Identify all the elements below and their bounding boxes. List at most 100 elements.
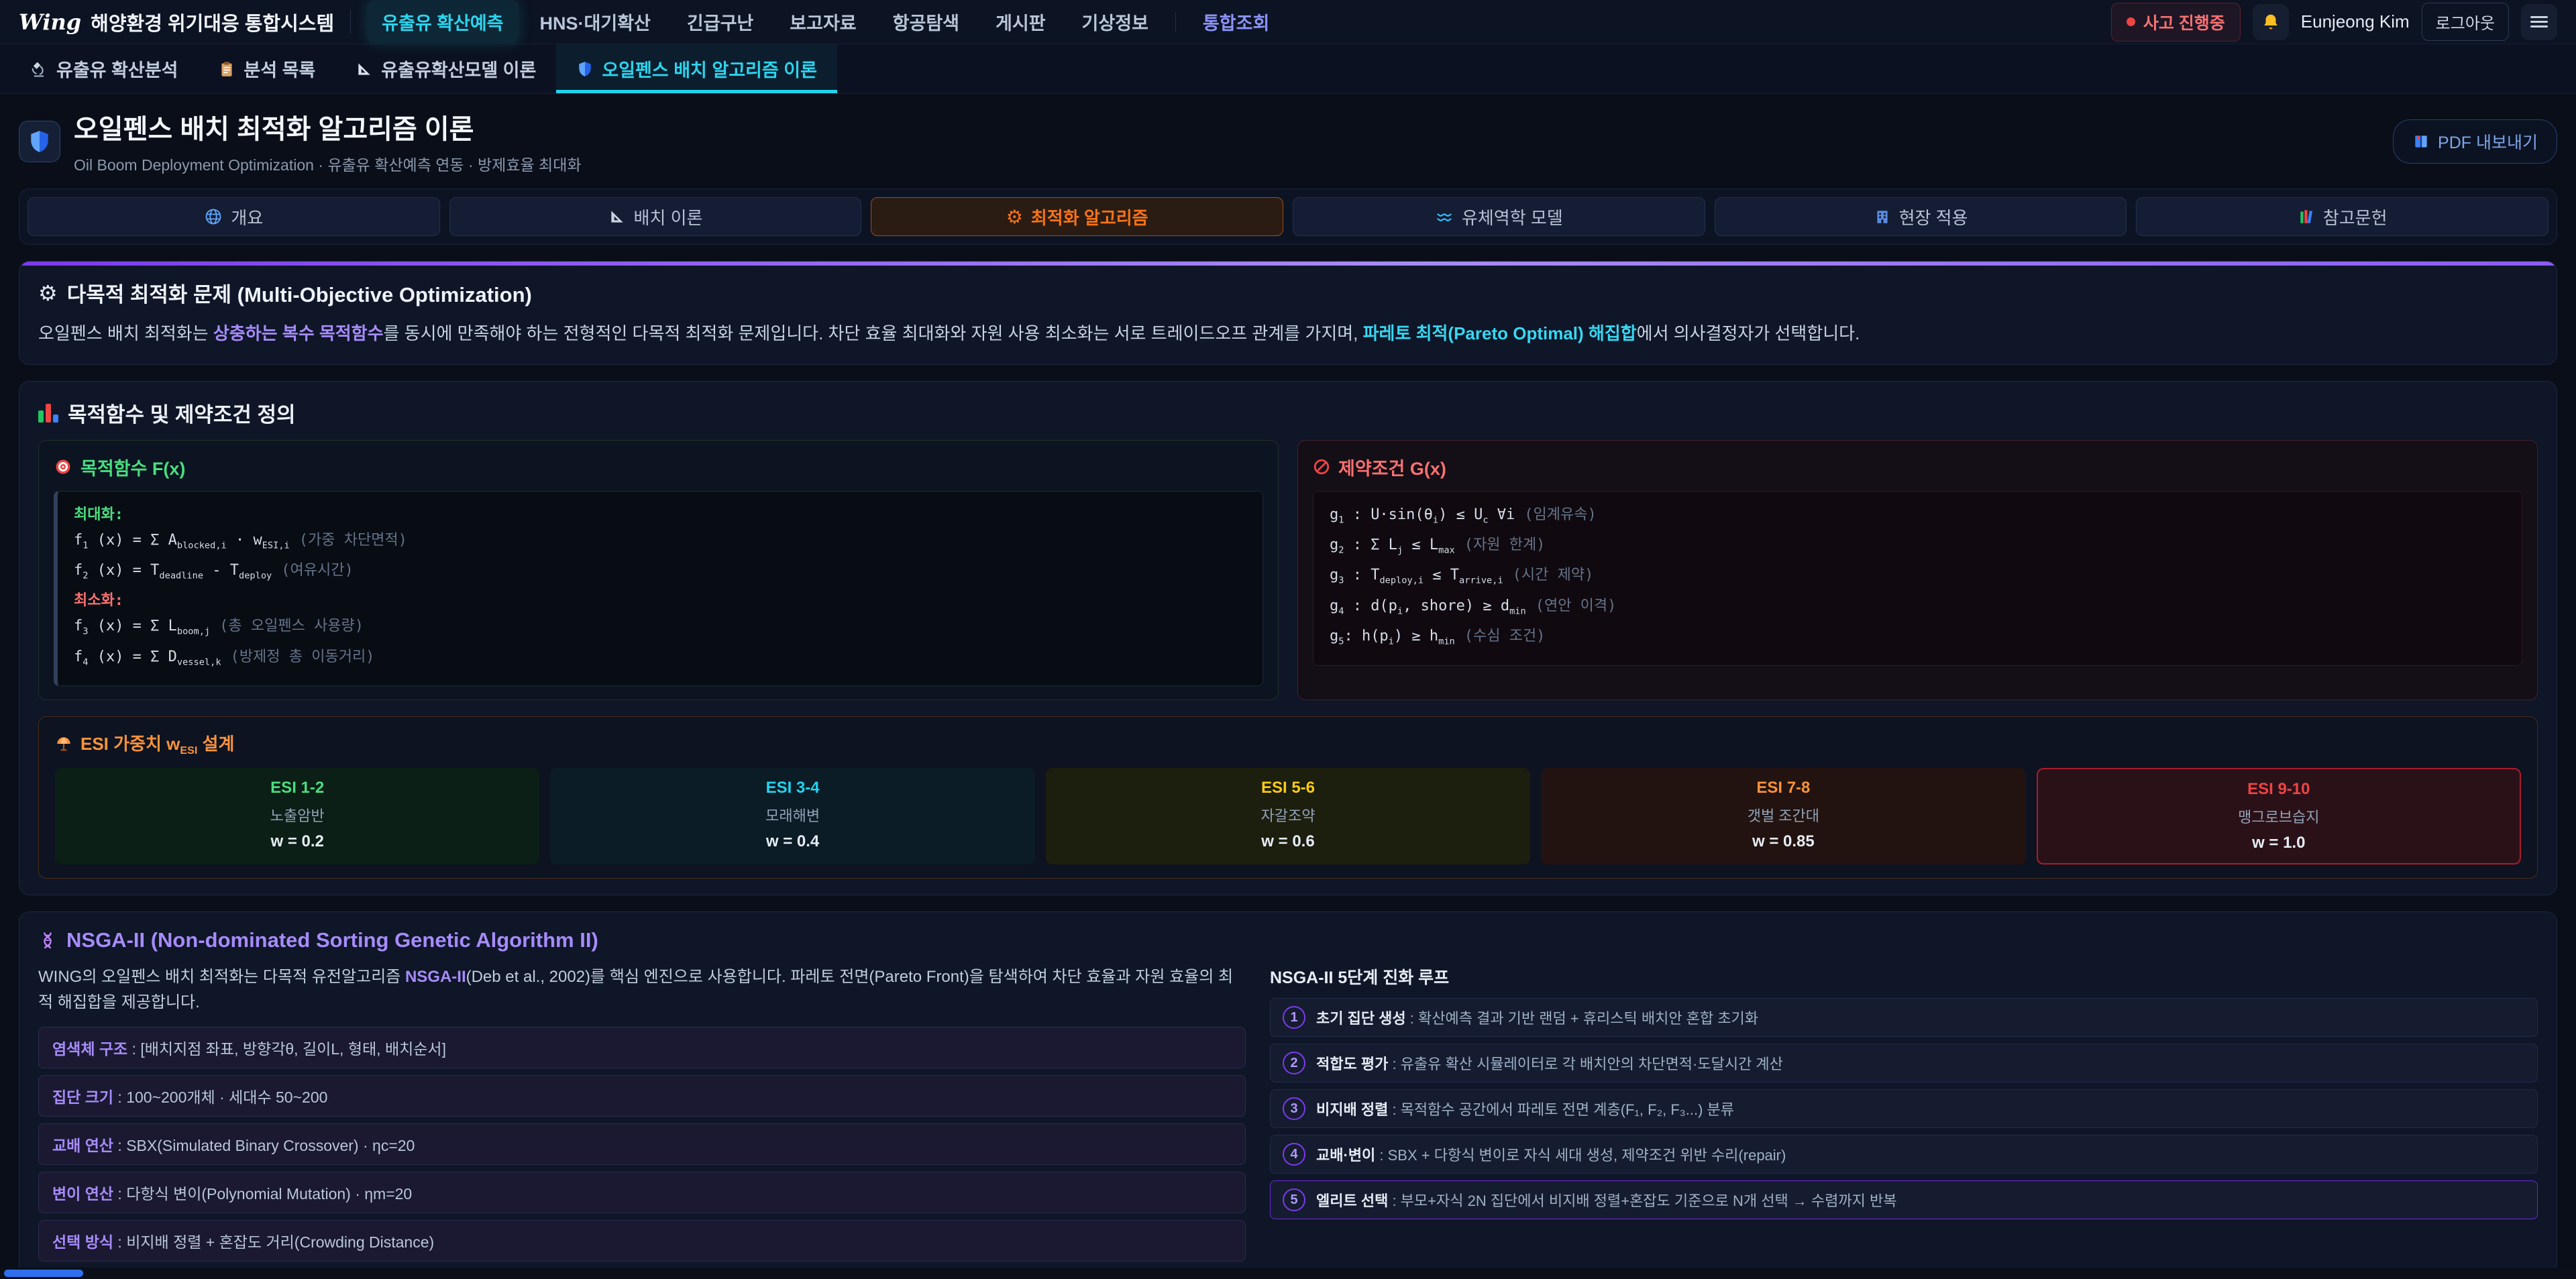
tab-deployment-theory[interactable]: 배치 이론 (449, 197, 862, 236)
set-square-icon (608, 208, 626, 225)
constraint-card: 제약조건 G(x) g1 : U·sin(θi) ≤ Uc ∀i(임계유속) g… (1297, 440, 2538, 701)
text: 에서 의사결정자가 선택합니다. (1637, 323, 1860, 343)
multi-objective-paragraph: 오일펜스 배치 최적화는 상충하는 복수 목적함수를 동시에 만족해야 하는 전… (38, 320, 2538, 348)
esi-range: ESI 7-8 (1548, 779, 2019, 797)
nav-item-emergency-rescue[interactable]: 긴급구난 (672, 1, 768, 43)
subtab-label: 유출유 확산분석 (56, 56, 178, 82)
menu-button[interactable] (2521, 4, 2557, 40)
nav-item-oil-spill-prediction[interactable]: 유출유 확산예측 (367, 1, 518, 43)
formula-line: g5: h(pi) ≥ hmin(수심 조건) (1330, 624, 2506, 654)
nav-item-reports[interactable]: 보고자료 (775, 1, 871, 43)
esi-weight-value: w = 0.2 (62, 832, 533, 851)
loop-step-row: 5 엘리트 선택 : 부모+자식 2N 집단에서 비지배 정렬+혼잡도 기준으로… (1270, 1180, 2538, 1219)
top-navbar: Wing 해양환경 위기대응 통합시스템 유출유 확산예측 HNS·대기확산 긴… (0, 0, 2576, 44)
app-root: { "icons": { "gear": "⚙" }, "navbar": { … (0, 0, 2576, 1279)
incident-status-label: 사고 진행중 (2143, 10, 2225, 34)
formula-line: g2 : Σ Lj ≤ Lmax(자원 한계) (1330, 533, 2506, 563)
label: NSGA-II (Non-dominated Sorting Genetic A… (66, 928, 598, 952)
esi-card-7-8: ESI 7-8 갯벌 조간대 w = 0.85 (1541, 768, 2025, 865)
logout-button[interactable]: 로그아웃 (2422, 3, 2509, 41)
subtab-label: 오일펜스 배치 알고리즘 이론 (602, 56, 817, 82)
constraint-card-title: 제약조건 G(x) (1313, 454, 2522, 480)
page-header: 오일펜스 배치 최적화 알고리즘 이론 Oil Boom Deployment … (19, 107, 2557, 175)
tab-optimization-algorithm[interactable]: ⚙ 최적화 알고리즘 (871, 197, 1283, 236)
text: 오일펜스 배치 최적화는 (38, 323, 213, 343)
text: WING의 오일펜스 배치 최적화는 다목적 유전알고리즘 (38, 968, 405, 986)
esi-weight-value: w = 1.0 (2045, 834, 2513, 852)
page-content: 오일펜스 배치 최적화 알고리즘 이론 Oil Boom Deployment … (0, 94, 2576, 1279)
page-subtitle: Oil Boom Deployment Optimization · 유출유 확… (74, 152, 582, 175)
nav-item-board[interactable]: 게시판 (981, 1, 1061, 43)
step-text: 교배·변이 : SBX + 다항식 변이로 자식 세대 생성, 제약조건 위반 … (1316, 1144, 1786, 1165)
nsga-param-row: 염색체 구조 : [배치지점 좌표, 방향각θ, 길이L, 형태, 배치순서] (38, 1027, 1246, 1068)
target-icon (54, 457, 72, 476)
nav-item-integrated-search[interactable]: 통합조회 (1188, 1, 1284, 43)
book-icon (2412, 133, 2430, 150)
esi-card-1-2: ESI 1-2 노출암반 w = 0.2 (55, 768, 539, 865)
formula-line: f3 (x) = Σ Lboom,j(총 오일펜스 사용량) (74, 614, 1246, 644)
nsga-param-row: 집단 크기 : 100~200개체 · 세대수 50~200 (38, 1075, 1246, 1117)
esi-weight-value: w = 0.4 (557, 832, 1028, 851)
subtab-diffusion-analysis[interactable]: 유출유 확산분석 (9, 44, 198, 93)
globe-icon (204, 207, 223, 226)
nsga-description: WING의 오일펜스 배치 최적화는 다목적 유전알고리즘 NSGA-II(De… (38, 964, 1246, 1014)
nav-item-aerial-search[interactable]: 항공탐색 (878, 1, 974, 43)
subtab-analysis-list[interactable]: 분석 목록 (198, 44, 335, 93)
step-text: 비지배 정렬 : 목적함수 공간에서 파레토 전면 계층(F₁, F₂, F₃.… (1316, 1098, 1734, 1119)
multi-objective-card: ⚙ 다목적 최적화 문제 (Multi-Objective Optimizati… (19, 261, 2557, 365)
bell-icon (2261, 12, 2281, 32)
step-number-badge: 2 (1283, 1052, 1305, 1074)
step-number-badge: 4 (1283, 1143, 1305, 1166)
nsga-columns: WING의 오일펜스 배치 최적화는 다목적 유전알고리즘 NSGA-II(De… (38, 964, 2538, 1268)
wave-icon (1435, 207, 1454, 226)
esi-card-3-4: ESI 3-4 모래해변 w = 0.4 (550, 768, 1034, 865)
gear-icon: ⚙ (38, 280, 58, 306)
tab-label: 유체역학 모델 (1462, 205, 1563, 229)
section-title: 목적함수 및 제약조건 정의 (38, 398, 2538, 428)
pdf-export-button[interactable]: PDF 내보내기 (2393, 119, 2557, 164)
param-label: 염색체 구조 (52, 1040, 127, 1058)
subtab-boom-algorithm-theory[interactable]: 오일펜스 배치 알고리즘 이론 (556, 44, 837, 93)
tab-overview[interactable]: 개요 (28, 197, 440, 236)
minimize-label: 최소화: (74, 588, 1246, 614)
sub-tab-bar: 유출유 확산분석 분석 목록 유출유확산모델 이론 (0, 44, 2576, 94)
divider (350, 10, 351, 34)
tab-references[interactable]: 참고문헌 (2136, 197, 2548, 236)
formula-line: g1 : U·sin(θi) ≤ Uc ∀i(임계유속) (1330, 502, 2506, 533)
horizontal-scrollbar-thumb[interactable] (4, 1270, 83, 1277)
nsga-param-row: 변이 연산 : 다항식 변이(Polynomial Mutation) · ηm… (38, 1172, 1246, 1213)
formula-line: f2 (x) = Tdeadline - Tdeploy(여유시간) (74, 558, 1246, 588)
param-value: : 100~200개체 · 세대수 50~200 (113, 1089, 327, 1106)
gear-icon: ⚙ (1006, 206, 1023, 228)
objective-function-card: 목적함수 F(x) 최대화: f1 (x) = Σ Ablocked,i · w… (38, 440, 1279, 701)
shield-icon (576, 60, 594, 78)
multi-objective-title: 다목적 최적화 문제 (Multi-Objective Optimization… (67, 278, 532, 308)
formula-line: g3 : Tdeploy,i ≤ Tarrive,i(시간 제약) (1330, 563, 2506, 593)
param-value: : 다항식 변이(Polynomial Mutation) · ηm=20 (113, 1185, 412, 1203)
esi-range: ESI 5-6 (1053, 779, 1523, 797)
incident-status-badge[interactable]: 사고 진행중 (2111, 3, 2241, 42)
tab-hydrodynamic-model[interactable]: 유체역학 모델 (1293, 197, 1705, 236)
books-icon (2298, 208, 2315, 225)
tab-field-application[interactable]: 현장 적용 (1715, 197, 2127, 236)
definitions-title: 목적함수 및 제약조건 정의 (68, 398, 296, 428)
highlight-purple: 상충하는 복수 목적함수 (213, 323, 384, 343)
building-icon (1874, 208, 1891, 225)
loop-step-row: 3 비지배 정렬 : 목적함수 공간에서 파레토 전면 계층(F₁, F₂, F… (1270, 1089, 2538, 1128)
notification-button[interactable] (2253, 4, 2289, 40)
highlight-cyan: 파레토 최적(Pareto Optimal) 해집합 (1363, 323, 1637, 343)
section-title: ⚙ 다목적 최적화 문제 (Multi-Objective Optimizati… (38, 278, 2538, 308)
subtab-diffusion-model-theory[interactable]: 유출유확산모델 이론 (335, 44, 556, 93)
clipboard-icon (218, 60, 235, 78)
nav-item-hns-atmospheric[interactable]: HNS·대기확산 (525, 1, 665, 43)
param-label: 교배 연산 (52, 1137, 113, 1154)
esi-shore-type: 자갈조약 (1053, 804, 1523, 826)
tab-label: 참고문헌 (2323, 205, 2387, 229)
tab-label: 최적화 알고리즘 (1031, 205, 1148, 229)
nsga-param-row: 선택 방식 : 비지배 정렬 + 혼잡도 거리(Crowding Distanc… (38, 1220, 1246, 1262)
maximize-label: 최대화: (74, 502, 1246, 528)
nsga-title: NSGA-II (Non-dominated Sorting Genetic A… (38, 928, 2538, 952)
formula-columns: 목적함수 F(x) 최대화: f1 (x) = Σ Ablocked,i · w… (38, 440, 2538, 701)
nav-item-weather-info[interactable]: 기상정보 (1067, 1, 1163, 43)
page-shield-icon (19, 121, 60, 162)
